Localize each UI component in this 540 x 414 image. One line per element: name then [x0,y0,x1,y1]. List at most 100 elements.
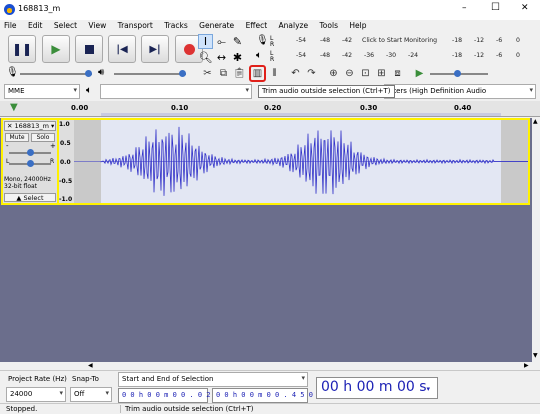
status-bar: Stopped. Trim audio outside selection (C… [0,403,540,414]
menu-help[interactable]: Help [349,21,366,30]
menu-view[interactable]: View [88,21,106,30]
recording-volume-slider[interactable] [20,70,92,77]
menu-generate[interactable]: Generate [199,21,234,30]
mic-level-icon: 🎙︎ [6,67,19,78]
status-text: Stopped. [6,405,38,413]
pause-icon: ❚❚ [11,42,33,56]
zoom-out-icon[interactable]: ⊖ [342,66,357,81]
skip-end-icon: ▶| [149,43,161,55]
selection-mode-dropdown[interactable]: Start and End of Selection ▾ [118,372,308,387]
timeshift-tool-icon[interactable]: ↔ [214,50,229,65]
gain-minus-label: - [6,142,9,150]
scroll-up-icon[interactable]: ▲ [533,118,538,125]
silence-audio-icon[interactable]: ⫴ [267,66,282,81]
rec-tick: -18 [452,37,463,44]
input-device-dropdown[interactable]: ▾ [100,84,252,99]
scale-label: -1.0 [59,196,73,203]
selection-tool-icon[interactable]: I [198,34,213,49]
fit-project-icon[interactable]: ⊞ [374,66,389,81]
undo-icon[interactable]: ↶ [288,66,303,81]
zoom-in-icon[interactable]: ⊕ [326,66,341,81]
play-tick: -42 [342,52,353,59]
scroll-left-icon[interactable]: ◀ [88,362,93,369]
menu-tracks[interactable]: Tracks [164,21,188,30]
pan-slider[interactable] [9,160,51,167]
output-device-dropdown[interactable]: akers (High Definition Audio ▾ [384,84,536,99]
redo-icon[interactable]: ↷ [304,66,319,81]
zoom-tool-icon[interactable]: 🔍︎ [198,50,213,65]
menu-effect[interactable]: Effect [246,21,268,30]
audio-host-dropdown[interactable]: MME ▾ [4,84,80,99]
rec-tick: -12 [474,37,485,44]
pause-button[interactable]: ❚❚ [8,35,36,63]
audio-position[interactable]: 00 h 00 m 00 s▾ [316,377,438,399]
window-title: 168813_m [18,4,61,13]
vertical-scrollbar[interactable]: ▲ ▼ [532,118,540,362]
title-bar: 168813_m – ☐ ✕ [0,0,540,20]
selection-toolbar: Project Rate (Hz) Snap-To 24000 ▾ Off ▾ St… [0,370,540,403]
ruler-tick: 0.00 [71,104,89,112]
play-at-speed-icon[interactable]: ▶ [412,66,427,81]
stop-button[interactable] [75,35,103,63]
waveform-display[interactable] [74,118,530,205]
track-name-button[interactable]: ✕ 168813_m ▾ [4,121,56,131]
play-tick: -12 [474,52,485,59]
meter-r-label: R [270,56,275,63]
play-speed-slider[interactable] [430,70,488,77]
fit-selection-icon[interactable]: ⊡ [358,66,373,81]
play-button[interactable]: ▶ [42,35,70,63]
scale-label: 0.0 [60,159,71,166]
waveform-svg [74,126,528,196]
playback-meter[interactable]: 🔈︎ L R -54 -48 -42 -36 -30 -24 -18 -12 -… [256,50,540,64]
project-rate-label: Project Rate (Hz) [8,375,67,383]
pin-playhead-icon[interactable]: ▼ [10,102,18,113]
start-monitoring-label[interactable]: Click to Start Monitoring [362,37,437,44]
track-select-button[interactable]: ▲ Select [4,193,56,202]
selection-end-time[interactable]: 0 0 h 0 0 m 0 0 . 4 5 0 s [212,388,321,403]
gain-slider[interactable] [9,149,51,156]
menu-transport[interactable]: Transport [118,21,153,30]
paste-icon[interactable]: 📋︎ [232,66,247,81]
playback-volume-slider[interactable] [114,70,186,77]
selection-start-time[interactable]: 0 0 h 0 0 m 0 0 . 0 2 5 s [118,388,227,403]
record-meter[interactable]: 🎙︎ L R -54 -48 -42 Click to Start Monito… [256,35,540,49]
play-icon: ▶ [51,42,61,56]
skip-start-button[interactable]: |◀ [108,35,136,63]
close-button[interactable]: ✕ [521,3,529,13]
cut-icon[interactable]: ✂ [200,66,215,81]
menu-tools[interactable]: Tools [320,21,338,30]
play-tick: -54 [296,52,307,59]
menu-analyze[interactable]: Analyze [279,21,309,30]
horizontal-scrollbar[interactable]: ◀ ▶ [88,362,532,370]
zoom-toggle-icon[interactable]: ⧈ [390,66,405,81]
scroll-down-icon[interactable]: ▼ [533,352,538,359]
snap-to-dropdown[interactable]: Off ▾ [70,387,112,402]
timeline-ruler[interactable]: ▼ 0.00 0.10 0.20 0.30 0.40 [0,101,540,117]
draw-tool-icon[interactable]: ✎ [230,34,245,49]
track-area: ✕ 168813_m ▾ Mute Solo - + L R Mono, 240… [0,118,532,362]
play-tick: 0 [516,52,520,59]
vertical-scale[interactable]: 1.0 0.5 0.0 -0.5 -1.0 [59,118,74,205]
menu-file[interactable]: File [4,21,17,30]
scale-label: -0.5 [59,178,73,185]
minimize-button[interactable]: – [462,3,467,13]
ruler-tick: 0.30 [360,104,378,112]
skip-end-button[interactable]: ▶| [141,35,169,63]
envelope-tool-icon[interactable]: ⟜ [214,34,229,49]
menu-select[interactable]: Select [54,21,77,30]
menu-edit[interactable]: Edit [28,21,43,30]
copy-icon[interactable]: ⧉ [216,66,231,81]
play-tick: -30 [386,52,397,59]
scroll-right-icon[interactable]: ▶ [524,362,529,369]
solo-button[interactable]: Solo [31,133,55,142]
skip-start-icon: |◀ [116,43,128,55]
record-icon [183,43,195,55]
trim-audio-icon[interactable]: ▥ [249,65,266,82]
maximize-button[interactable]: ☐ [491,2,500,13]
ruler-tick: 0.40 [454,104,472,112]
mute-button[interactable]: Mute [5,133,29,142]
rec-tick: -48 [320,37,331,44]
play-tick: -24 [408,52,419,59]
multi-tool-icon[interactable]: ✱ [230,50,245,65]
project-rate-dropdown[interactable]: 24000 ▾ [6,387,66,402]
